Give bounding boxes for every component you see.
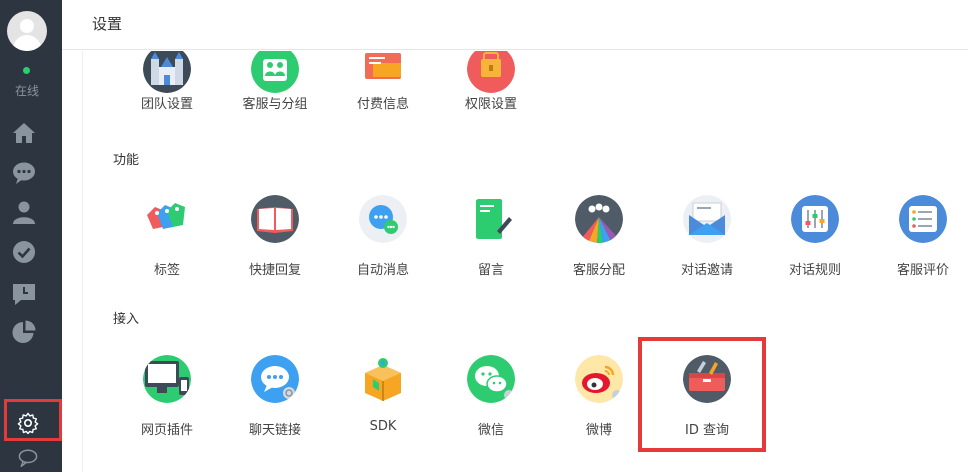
wechat-icon bbox=[467, 355, 515, 403]
auto-message-icon bbox=[359, 195, 407, 243]
avatar[interactable] bbox=[7, 11, 47, 51]
sdk-item[interactable]: SDK bbox=[329, 355, 437, 435]
agents-groups-item[interactable]: 客服与分组 bbox=[221, 51, 329, 115]
home-icon[interactable] bbox=[12, 121, 36, 145]
sdk-label: SDK bbox=[369, 419, 397, 434]
auto-message-item[interactable]: 自动消息 bbox=[329, 195, 437, 278]
section-title-features: 功能 bbox=[113, 153, 140, 168]
section-title-integrations: 接入 bbox=[113, 312, 140, 327]
sidebar: 在线 bbox=[0, 0, 62, 472]
avatar-head bbox=[20, 19, 34, 33]
check-circle-icon[interactable] bbox=[12, 240, 36, 264]
chat-invite-label: 对话邀请 bbox=[680, 263, 733, 278]
billing-info-item[interactable]: 付费信息 bbox=[329, 51, 437, 115]
online-status-dot bbox=[23, 67, 30, 74]
web-plugin-label: 网页插件 bbox=[140, 423, 193, 438]
pie-chart-icon[interactable] bbox=[12, 320, 36, 344]
envelope-icon bbox=[683, 195, 731, 243]
message-clock-icon[interactable] bbox=[12, 282, 36, 306]
agent-rating-item[interactable]: 客服评价 bbox=[869, 195, 968, 278]
team-group-icon bbox=[251, 51, 299, 93]
permission-settings-label: 权限设置 bbox=[464, 97, 517, 112]
avatar-body bbox=[13, 35, 41, 51]
sdk-box-icon bbox=[359, 355, 407, 403]
castle-icon bbox=[143, 51, 191, 93]
chat-invite-item[interactable]: 对话邀请 bbox=[653, 195, 761, 278]
top-header: 设置 bbox=[62, 0, 968, 50]
chat-link-label: 聊天链接 bbox=[248, 423, 301, 438]
settings-highlight-box bbox=[4, 399, 62, 441]
feedback-chat-icon[interactable] bbox=[18, 449, 38, 467]
id-lookup-highlight-box bbox=[638, 337, 766, 452]
weibo-icon bbox=[575, 355, 623, 403]
chat-rules-item[interactable]: 对话规则 bbox=[761, 195, 869, 278]
lock-icon bbox=[467, 51, 515, 93]
page-title: 设置 bbox=[92, 15, 123, 33]
agent-assign-label: 客服分配 bbox=[572, 263, 625, 278]
weibo-item[interactable]: 微博 bbox=[545, 355, 653, 438]
chat-link-item[interactable]: 聊天链接 bbox=[221, 355, 329, 438]
online-status-label: 在线 bbox=[14, 84, 39, 98]
assign-rainbow-icon bbox=[575, 195, 623, 243]
agent-assign-item[interactable]: 客服分配 bbox=[545, 195, 653, 278]
wechat-label: 微信 bbox=[477, 423, 504, 438]
weibo-label: 微博 bbox=[585, 423, 612, 438]
team-settings-label: 团队设置 bbox=[140, 97, 193, 112]
web-plugin-item[interactable]: 网页插件 bbox=[113, 355, 221, 438]
monitor-phone-icon bbox=[143, 355, 191, 403]
sliders-icon bbox=[791, 195, 839, 243]
leave-message-item[interactable]: 留言 bbox=[437, 195, 545, 278]
chat-rules-label: 对话规则 bbox=[788, 263, 841, 278]
billing-info-label: 付费信息 bbox=[356, 97, 409, 112]
book-icon bbox=[251, 195, 299, 243]
permission-settings-item[interactable]: 权限设置 bbox=[437, 51, 545, 115]
rating-list-icon bbox=[899, 195, 947, 243]
tags-icon bbox=[143, 195, 191, 243]
quick-reply-item[interactable]: 快捷回复 bbox=[221, 195, 329, 278]
user-icon[interactable] bbox=[12, 200, 36, 224]
chat-link-icon bbox=[251, 355, 299, 403]
leave-message-label: 留言 bbox=[477, 263, 504, 278]
settings-content: 团队设置 客服与分组 付费信息 权限设置 功能 标签 快捷回复 自动消息 留言 … bbox=[82, 51, 968, 472]
tags-item[interactable]: 标签 bbox=[113, 195, 221, 278]
billing-card-icon bbox=[359, 51, 407, 93]
agent-rating-label: 客服评价 bbox=[896, 263, 949, 278]
tags-label: 标签 bbox=[153, 263, 180, 278]
quick-reply-label: 快捷回复 bbox=[248, 263, 301, 278]
auto-message-label: 自动消息 bbox=[356, 263, 409, 278]
note-pen-icon bbox=[467, 195, 515, 243]
agents-groups-label: 客服与分组 bbox=[242, 97, 308, 112]
team-settings-item[interactable]: 团队设置 bbox=[113, 51, 221, 115]
chat-icon[interactable] bbox=[12, 161, 36, 185]
wechat-item[interactable]: 微信 bbox=[437, 355, 545, 438]
